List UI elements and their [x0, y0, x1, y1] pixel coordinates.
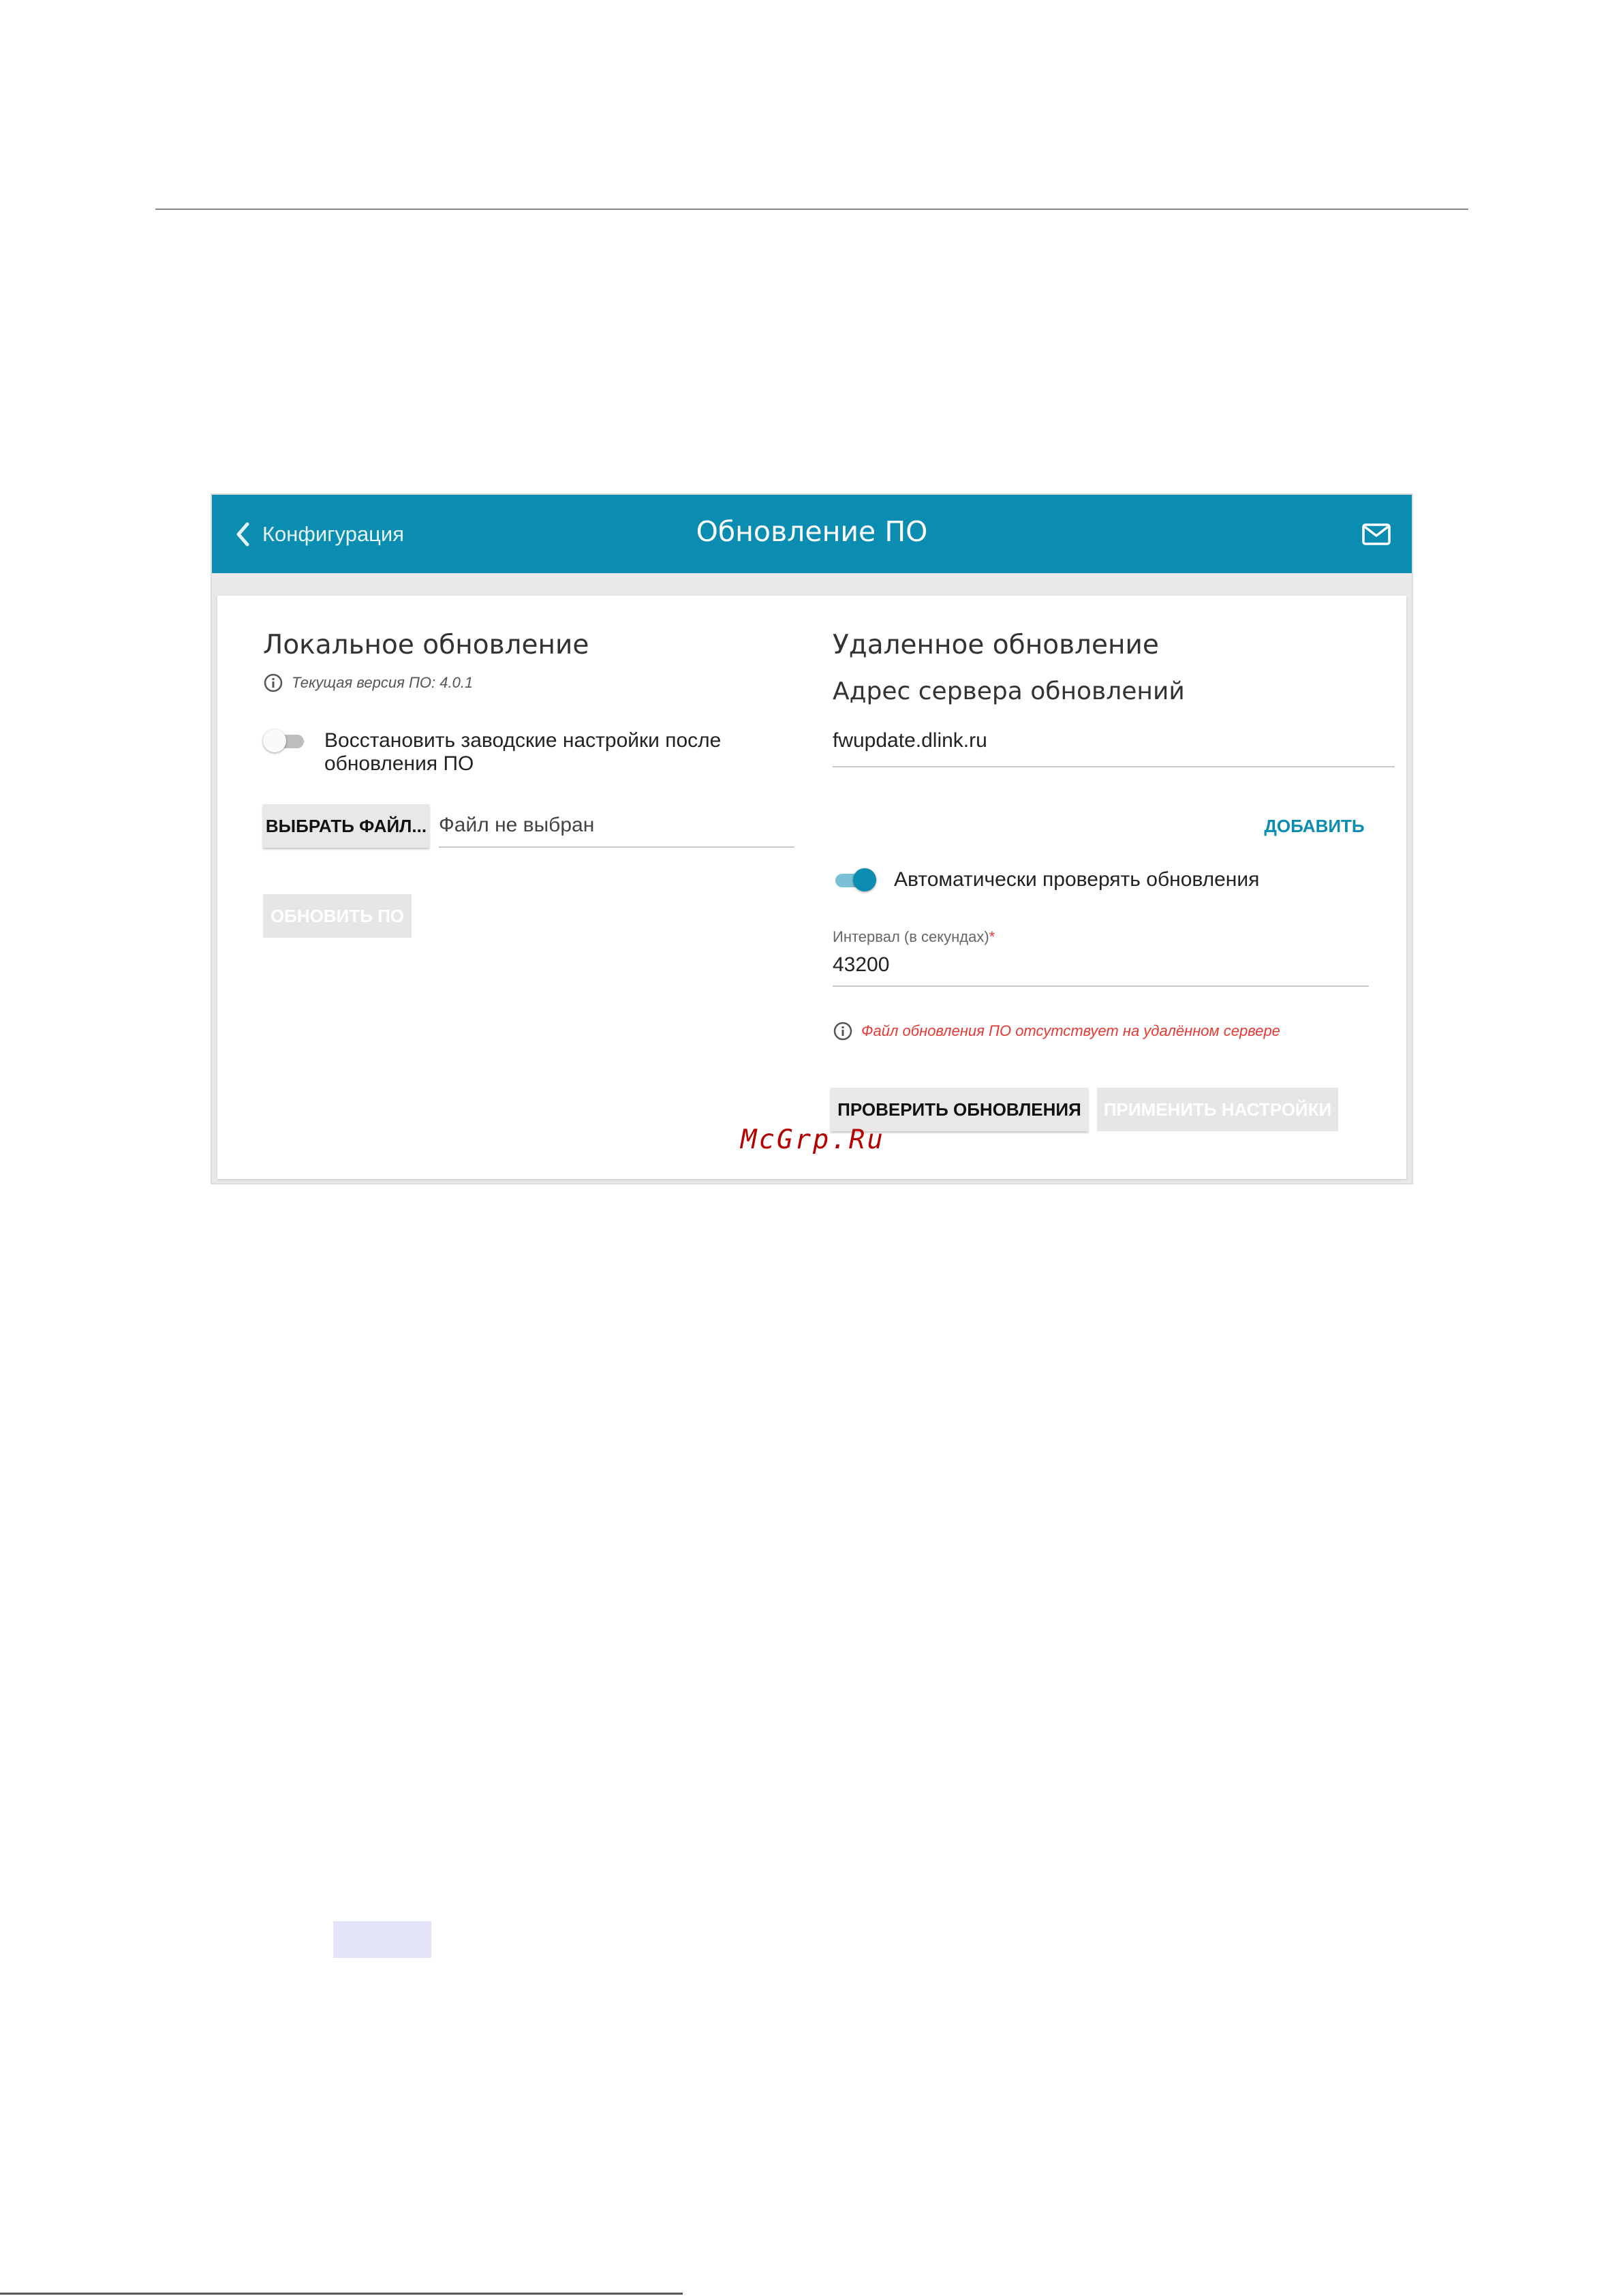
update-server-field[interactable]: fwupdate.dlink.ru — [833, 724, 1395, 767]
remote-update-heading: Удаленное обновление — [833, 630, 1159, 660]
highlight-box — [333, 1921, 431, 1958]
mail-icon[interactable] — [1361, 519, 1391, 549]
auto-check-toggle[interactable] — [833, 868, 876, 891]
restore-defaults-label-line2: обновления ПО — [324, 752, 474, 775]
app-bar: Конфигурация Обновление ПО — [212, 495, 1412, 573]
file-name-field[interactable]: Файл не выбран — [439, 804, 794, 848]
info-icon — [264, 673, 283, 692]
restore-defaults-label-line1: Восстановить заводские настройки после — [324, 729, 722, 752]
remote-error-text: Файл обновления ПО отсутствует на удалён… — [861, 1022, 1280, 1039]
required-mark: * — [989, 928, 995, 945]
local-update-heading: Локальное обновление — [263, 630, 589, 660]
restore-defaults-toggle[interactable] — [263, 729, 307, 752]
apply-settings-button[interactable]: ПРИМЕНИТЬ НАСТРОЙКИ — [1097, 1088, 1338, 1131]
bottom-divider — [0, 2293, 683, 2295]
restore-defaults-row: Восстановить заводские настройки после о… — [263, 729, 721, 776]
content-panel: Локальное обновление Текущая версия ПО: … — [217, 596, 1406, 1179]
page-title: Обновление ПО — [696, 515, 928, 548]
interval-field[interactable]: 43200 — [833, 949, 1369, 987]
auto-check-label: Автоматически проверять обновления — [894, 868, 1260, 891]
choose-file-button[interactable]: ВЫБРАТЬ ФАЙЛ... — [263, 804, 429, 848]
auto-check-row: Автоматически проверять обновления — [833, 868, 1259, 891]
update-server-heading: Адрес сервера обновлений — [833, 677, 1185, 705]
interval-label: Интервал (в секундах)* — [833, 928, 995, 946]
info-icon — [833, 1022, 852, 1041]
remote-error-note: Файл обновления ПО отсутствует на удалён… — [833, 1021, 1280, 1041]
version-info: Текущая версия ПО: 4.0.1 — [263, 673, 473, 693]
version-note: Текущая версия ПО: 4.0.1 — [292, 674, 474, 691]
app-window: Конфигурация Обновление ПО Локальное обн… — [211, 493, 1413, 1184]
watermark: McGrp.Ru — [741, 1124, 885, 1155]
update-firmware-button[interactable]: ОБНОВИТЬ ПО — [263, 894, 412, 938]
top-divider — [155, 209, 1468, 210]
interval-label-text: Интервал (в секундах) — [833, 928, 989, 945]
add-server-button[interactable]: ДОБАВИТЬ — [1253, 807, 1376, 845]
